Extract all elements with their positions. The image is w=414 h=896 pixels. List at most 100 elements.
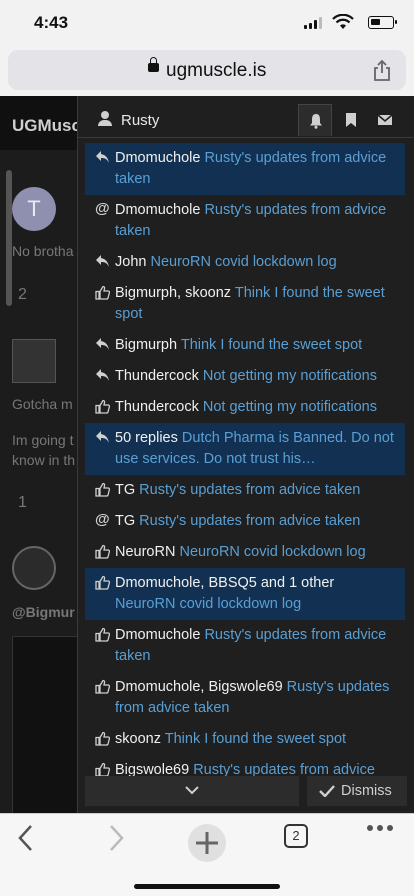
back-icon[interactable]	[16, 824, 36, 852]
lock-icon	[148, 57, 159, 72]
url-text: ugmuscle.is	[166, 60, 267, 81]
tab-conversations[interactable]	[368, 104, 402, 136]
panel-footer: Dismiss	[85, 776, 407, 806]
notification-user[interactable]: Dmomuchole	[115, 627, 200, 643]
reply-icon	[95, 430, 109, 444]
post-snippet: Im going t	[12, 432, 74, 448]
notification-thread-link[interactable]: Not getting my notifications	[203, 368, 377, 384]
panel-header: Rusty	[78, 96, 414, 138]
notification-user[interactable]: Thundercock	[115, 368, 199, 384]
chevron-down-icon	[185, 786, 199, 795]
notification-user[interactable]: Dmomuchole	[115, 202, 200, 218]
mention-icon: @	[95, 200, 110, 217]
notification-thread-link[interactable]: NeuroRN covid lockdown log	[179, 544, 365, 560]
notification-thread-link[interactable]: Rusty's updates from advice taken	[139, 482, 360, 498]
notification-user[interactable]: Dmomuchole, Bigswole69	[115, 679, 283, 695]
status-bar: 4:43	[0, 0, 414, 46]
notification-user[interactable]: John	[115, 254, 146, 270]
signal-icon	[304, 17, 322, 29]
notification-item[interactable]: @ Dmomuchole Rusty's updates from advice …	[85, 195, 405, 247]
notification-item[interactable]: NeuroRN NeuroRN covid lockdown log	[85, 537, 405, 568]
notification-item[interactable]: John NeuroRN covid lockdown log	[85, 247, 405, 278]
notification-user[interactable]: Bigmurph	[115, 337, 177, 353]
like-icon	[95, 285, 110, 300]
notification-item[interactable]: Thundercock Not getting my notifications	[85, 392, 405, 423]
dismiss-button[interactable]: Dismiss	[307, 776, 407, 806]
like-icon	[95, 575, 110, 590]
notification-item[interactable]: Dmomuchole, BBSQ5 and 1 other NeuroRN co…	[85, 568, 405, 620]
like-count: 2	[18, 286, 27, 303]
like-icon	[95, 627, 110, 642]
notification-thread-link[interactable]: Think I found the sweet spot	[165, 731, 346, 747]
notification-item[interactable]: TG Rusty's updates from advice taken	[85, 475, 405, 506]
post-snippet: Gotcha m	[12, 396, 73, 412]
wifi-icon	[332, 14, 354, 29]
like-icon	[95, 482, 110, 497]
notification-item[interactable]: Dmomuchole Rusty's updates from advice t…	[85, 143, 405, 195]
share-icon[interactable]	[372, 59, 392, 81]
notification-item[interactable]: Bigmurph Think I found the sweet spot	[85, 330, 405, 361]
notification-user[interactable]: Bigmurph, skoonz	[115, 285, 231, 301]
notification-user[interactable]: Thundercock	[115, 399, 199, 415]
new-tab-button[interactable]	[188, 824, 226, 862]
reply-icon	[95, 254, 109, 268]
scrollbar	[6, 170, 12, 306]
site-logo-text: UGMusc	[12, 116, 81, 135]
embedded-screenshot	[12, 636, 82, 813]
reply-icon	[95, 337, 109, 351]
notification-user[interactable]: TG	[115, 482, 135, 498]
tab-bookmarks[interactable]	[334, 104, 368, 136]
notification-user[interactable]: Dmomuchole, BBSQ5 and 1 other	[115, 575, 334, 591]
notification-thread-link[interactable]: Rusty's updates from advice taken	[139, 513, 360, 529]
clock: 4:43	[34, 13, 69, 32]
notification-item[interactable]: @ TG Rusty's updates from advice taken	[85, 506, 405, 537]
plus-icon	[196, 832, 218, 854]
avatar: T	[12, 187, 56, 231]
bell-icon	[310, 114, 322, 129]
address-bar[interactable]: ugmuscle.is	[8, 50, 406, 90]
notification-item[interactable]: Dmomuchole Rusty's updates from advice t…	[85, 620, 405, 672]
like-icon	[95, 399, 110, 414]
notification-user[interactable]: skoonz	[115, 731, 161, 747]
notification-item[interactable]: skoonz Think I found the sweet spot	[85, 724, 405, 755]
notification-user[interactable]: 50 replies	[115, 430, 178, 446]
reply-icon	[95, 150, 109, 164]
notification-user[interactable]: TG	[115, 513, 135, 529]
notification-list: Dmomuchole Rusty's updates from advice t…	[85, 143, 405, 807]
show-more-button[interactable]	[85, 776, 299, 806]
like-icon	[95, 762, 110, 777]
notification-user[interactable]: NeuroRN	[115, 544, 175, 560]
notifications-panel: Rusty Dmomuchole Rusty's updates from ad…	[77, 96, 414, 813]
more-menu-icon[interactable]	[366, 824, 394, 832]
mention-icon: @	[95, 511, 110, 528]
home-indicator	[134, 884, 280, 889]
envelope-icon	[377, 114, 393, 125]
notification-item[interactable]: 50 replies Dutch Pharma is Banned. Do no…	[85, 423, 405, 475]
dismiss-label: Dismiss	[341, 783, 392, 799]
browser-address-area: ugmuscle.is	[0, 46, 414, 96]
check-icon	[319, 785, 335, 797]
reply-icon	[95, 368, 109, 382]
notification-thread-link[interactable]: Not getting my notifications	[203, 399, 377, 415]
panel-username[interactable]: Rusty	[121, 112, 159, 129]
avatar	[12, 339, 56, 383]
bookmark-icon	[346, 113, 356, 127]
notification-thread-link[interactable]: NeuroRN covid lockdown log	[150, 254, 336, 270]
like-count: 1	[18, 494, 27, 511]
forward-icon[interactable]	[106, 824, 126, 852]
notification-item[interactable]: Bigmurph, skoonz Think I found the sweet…	[85, 278, 405, 330]
like-icon	[95, 679, 110, 694]
post-snippet: No brotha	[12, 243, 74, 259]
post-snippet: know in th	[12, 452, 76, 468]
like-icon	[95, 731, 110, 746]
tabs-button[interactable]: 2	[284, 824, 308, 848]
mention-text: @Bigmur	[12, 604, 75, 620]
notification-item[interactable]: Dmomuchole, Bigswole69 Rusty's updates f…	[85, 672, 405, 724]
battery-icon	[368, 16, 397, 29]
notification-thread-link[interactable]: Think I found the sweet spot	[181, 337, 362, 353]
tab-alerts[interactable]	[298, 104, 332, 136]
notification-thread-link[interactable]: NeuroRN covid lockdown log	[115, 596, 301, 612]
user-icon	[98, 111, 112, 127]
notification-item[interactable]: Thundercock Not getting my notifications	[85, 361, 405, 392]
notification-user[interactable]: Dmomuchole	[115, 150, 200, 166]
